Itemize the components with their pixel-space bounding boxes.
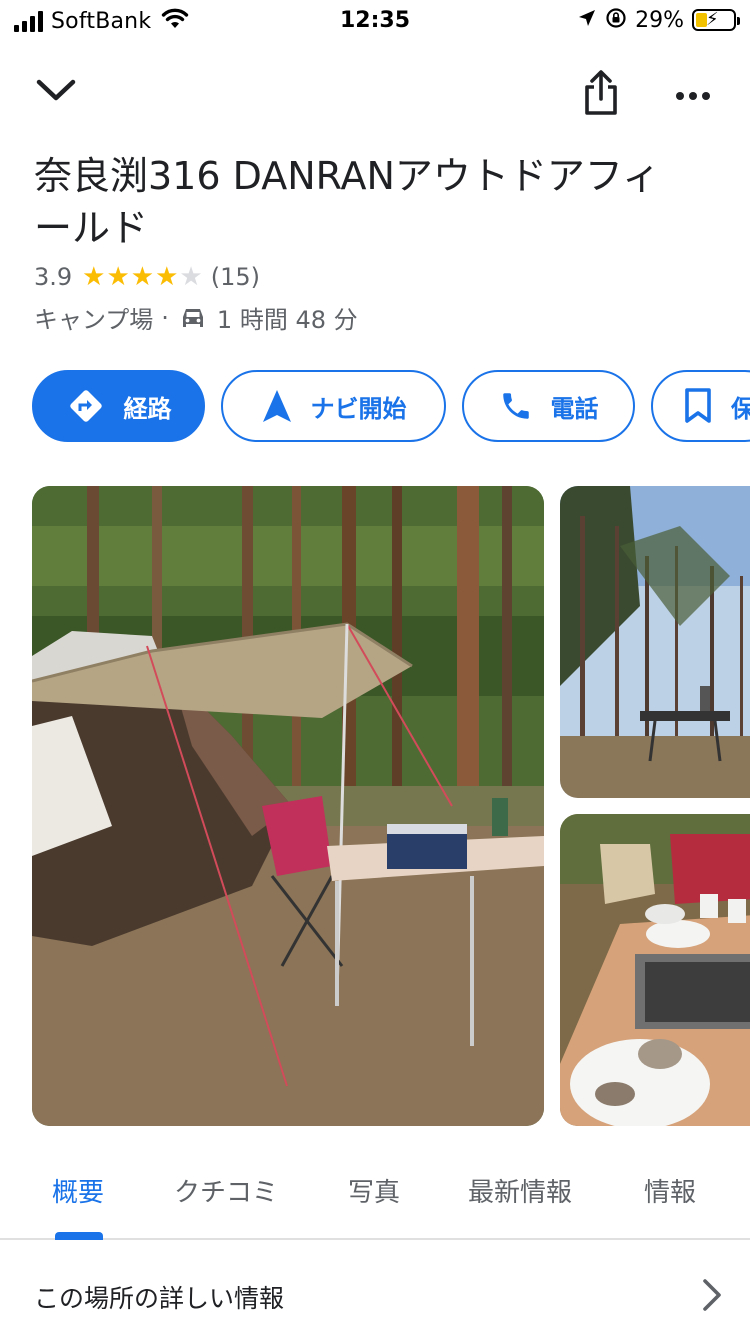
drive-time: 1 時間 48 分 bbox=[216, 306, 358, 334]
navigation-arrow-icon bbox=[261, 388, 293, 424]
directions-button[interactable]: 経路 bbox=[32, 370, 205, 442]
place-category: キャンプ場 bbox=[34, 306, 154, 334]
chevron-right-icon bbox=[700, 1277, 724, 1317]
directions-icon bbox=[66, 386, 106, 426]
photo-main-campsite[interactable] bbox=[32, 486, 544, 1126]
photo-bbq-table[interactable] bbox=[560, 814, 750, 1126]
photo-forest-table[interactable] bbox=[560, 486, 750, 798]
review-count: (15) bbox=[210, 263, 260, 291]
tab-overview[interactable]: 概要 bbox=[52, 1172, 104, 1209]
star-icon: ★ bbox=[106, 262, 130, 292]
save-label: 保 bbox=[731, 394, 750, 423]
battery-percent: 29% bbox=[635, 7, 684, 33]
star-icon: ★ bbox=[82, 262, 106, 292]
start-navigation-button[interactable]: ナビ開始 bbox=[221, 370, 446, 442]
top-bar bbox=[0, 60, 750, 132]
tab-photos[interactable]: 写真 bbox=[348, 1172, 400, 1209]
details-label: この場所の詳しい情報 bbox=[34, 1284, 285, 1313]
chevron-down-icon bbox=[35, 76, 77, 108]
share-button[interactable] bbox=[570, 64, 632, 126]
more-options-button[interactable] bbox=[662, 64, 724, 126]
rating-row[interactable]: 3.9 ★ ★ ★ ★ ★ (15) bbox=[34, 262, 260, 292]
star-icon: ★ bbox=[130, 262, 155, 292]
tab-reviews[interactable]: クチコミ bbox=[174, 1172, 278, 1209]
meta-row: キャンプ場 · 1 時間 48 分 bbox=[34, 300, 358, 335]
battery-icon: ⚡ bbox=[692, 9, 740, 31]
star-empty-icon: ★ bbox=[179, 262, 203, 292]
call-label: 電話 bbox=[550, 394, 599, 423]
place-title: 奈良渕316 DANRANアウトドアフィールド bbox=[34, 154, 661, 250]
action-buttons: 経路 ナビ開始 電話 保 bbox=[32, 370, 750, 442]
place-details-link[interactable]: この場所の詳しい情報 bbox=[34, 1277, 724, 1317]
star-icon: ★ bbox=[155, 262, 179, 292]
bookmark-icon bbox=[683, 387, 713, 425]
tab-about[interactable]: 情報 bbox=[644, 1172, 696, 1209]
phone-icon bbox=[499, 389, 533, 423]
more-vert-icon bbox=[675, 86, 711, 105]
navigate-label: ナビ開始 bbox=[310, 394, 407, 423]
status-bar: SoftBank 12:35 29% ⚡ bbox=[0, 0, 750, 42]
directions-label: 経路 bbox=[123, 394, 172, 423]
rating-stars: ★ ★ ★ ★ ★ bbox=[82, 262, 203, 292]
rotation-lock-icon bbox=[605, 7, 627, 33]
car-icon bbox=[179, 305, 207, 331]
share-icon bbox=[583, 69, 619, 121]
collapse-button[interactable] bbox=[26, 62, 86, 122]
meta-separator: · bbox=[161, 303, 169, 332]
rating-value: 3.9 bbox=[34, 263, 73, 291]
status-right: 29% ⚡ bbox=[577, 7, 740, 33]
place-tabs: 概要 クチコミ 写真 最新情報 情報 bbox=[0, 1150, 750, 1240]
tab-updates[interactable]: 最新情報 bbox=[468, 1172, 572, 1209]
save-button[interactable]: 保 bbox=[651, 370, 750, 442]
location-arrow-icon bbox=[577, 8, 597, 32]
call-button[interactable]: 電話 bbox=[462, 370, 635, 442]
active-tab-indicator bbox=[55, 1232, 103, 1240]
